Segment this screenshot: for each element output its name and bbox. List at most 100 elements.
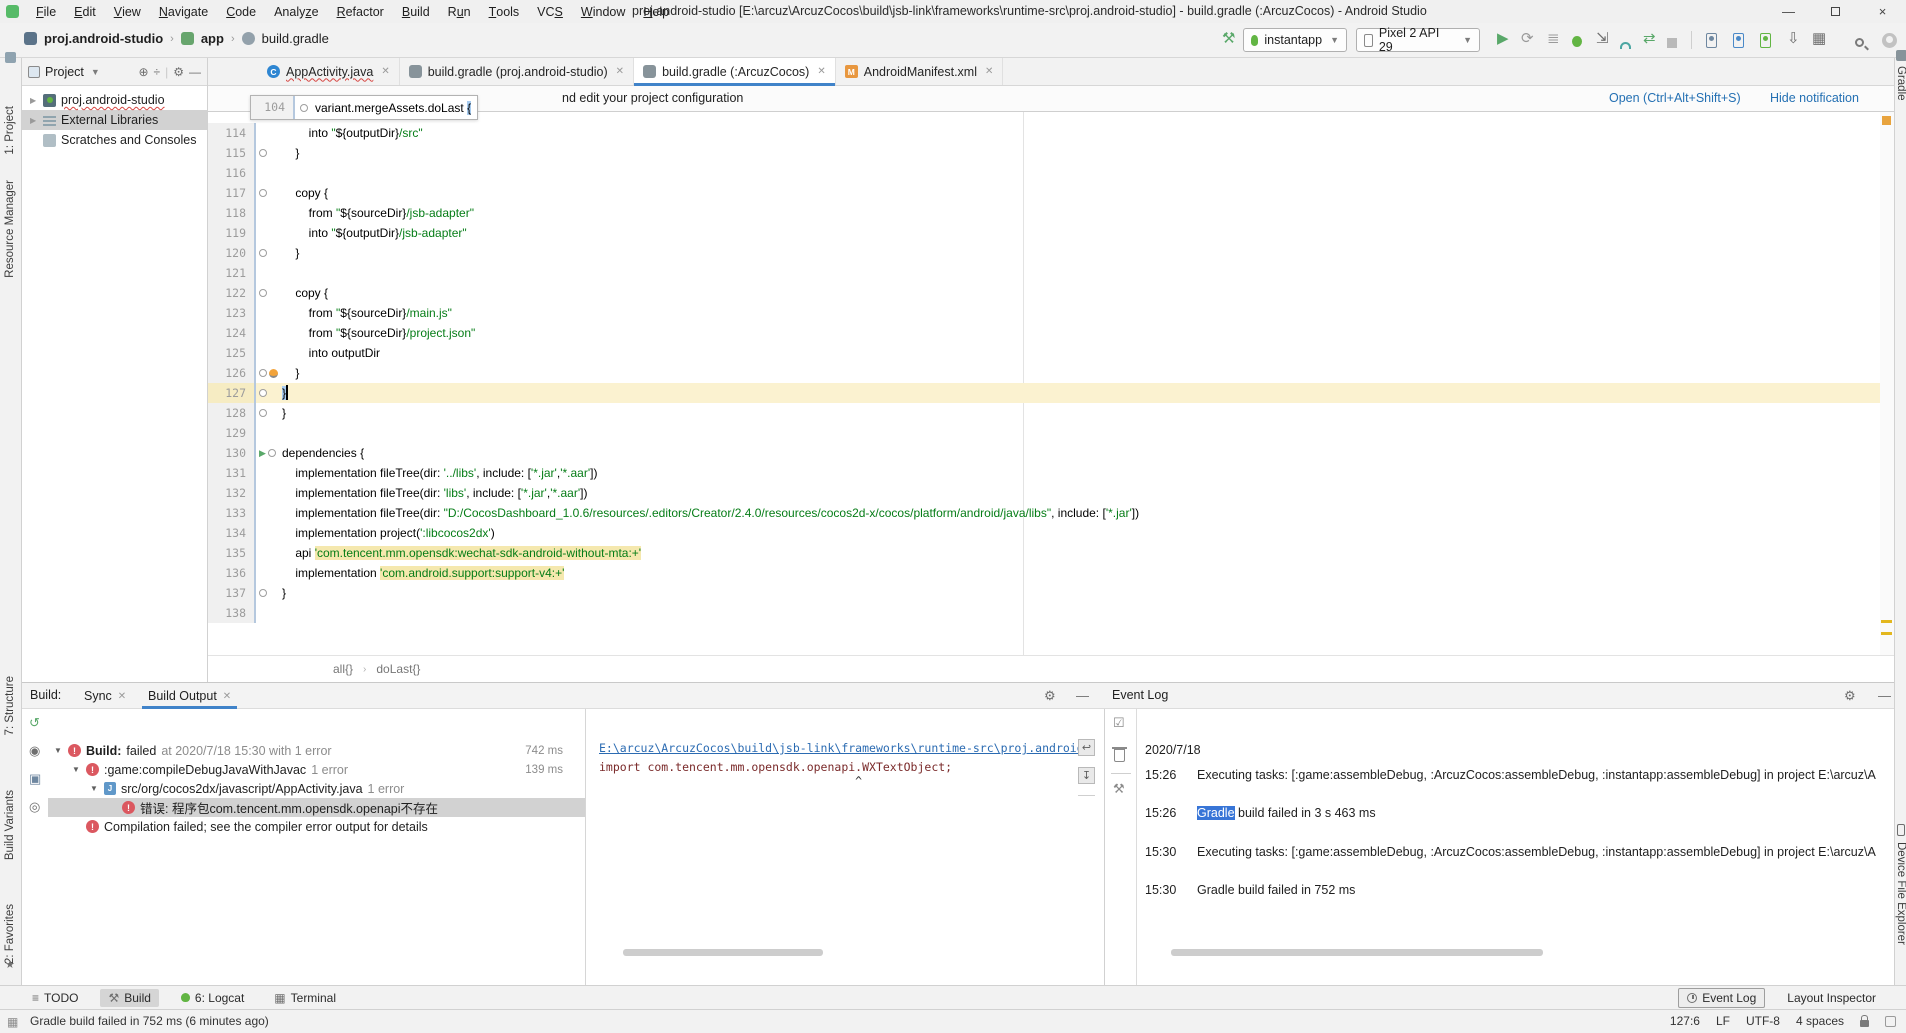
attach-debugger-icon[interactable]: ⇲	[1596, 29, 1609, 47]
menu-tools[interactable]: Tools	[480, 0, 529, 23]
close-button[interactable]: ×	[1859, 0, 1906, 23]
code-line-124[interactable]: 124 from "${sourceDir}/project.json"	[208, 323, 1880, 343]
inspection-status-icon[interactable]	[1882, 116, 1891, 125]
toolwindow-button-todo[interactable]: ≡ TODO	[24, 989, 86, 1007]
tab-androidmanifest-xml[interactable]: M AndroidManifest.xml ✕	[836, 58, 1004, 85]
gear-icon[interactable]: ⚙	[173, 65, 184, 79]
lens-fold-icon[interactable]	[295, 103, 313, 112]
code-line-125[interactable]: 125 into outputDir	[208, 343, 1880, 363]
stripe-1-project[interactable]: 1: Project	[4, 106, 16, 155]
build-tree-row[interactable]: ! Compilation failed; see the compiler er…	[48, 817, 585, 836]
breadcrumb-item[interactable]: build.gradle	[262, 31, 329, 46]
stripe-7-structure[interactable]: 7: Structure	[4, 676, 16, 735]
editor-scrollbar[interactable]	[1880, 112, 1894, 655]
code-line-119[interactable]: 119 into "${outputDir}/jsb-adapter"	[208, 223, 1880, 243]
gear-icon[interactable]: ⚙	[1044, 688, 1056, 704]
device-select[interactable]: Pixel 2 API 29 ▼	[1356, 26, 1480, 54]
code-line-114[interactable]: 114 into "${outputDir}/src"	[208, 123, 1880, 143]
tab-build-gradle-arcuzcocos-[interactable]: build.gradle (:ArcuzCocos) ✕	[634, 58, 836, 86]
apply-changes-icon[interactable]: ⟳	[1521, 29, 1534, 47]
menu-edit[interactable]: Edit	[65, 0, 105, 23]
fold-marker-icon[interactable]	[259, 589, 267, 597]
sync-gradle-icon[interactable]: ⇄	[1643, 29, 1656, 47]
chevron-down-icon[interactable]: ▼	[91, 67, 100, 77]
event-log-hscrollbar[interactable]	[1171, 949, 1543, 956]
code-line-137[interactable]: 137}	[208, 583, 1880, 603]
sdk-manager-icon[interactable]	[1760, 33, 1771, 52]
code-line-135[interactable]: 135 api 'com.tencent.mm.opensdk:wechat-s…	[208, 543, 1880, 563]
close-icon[interactable]: ✕	[118, 691, 126, 702]
breadcrumb-item[interactable]: app	[201, 31, 224, 46]
menu-view[interactable]: View	[105, 0, 150, 23]
event-log-row[interactable]: 2020/7/18	[1145, 743, 1892, 757]
tool-window-switcher-icon[interactable]: ▦	[7, 1015, 18, 1029]
close-icon[interactable]: ✕	[381, 66, 389, 77]
breadcrumb-item[interactable]: proj.android-studio	[44, 31, 163, 46]
soft-wrap-icon[interactable]: ↩	[1078, 739, 1095, 756]
code-line-122[interactable]: 122 copy {	[208, 283, 1880, 303]
caret-position-widget[interactable]: 127:6	[1670, 1014, 1700, 1028]
gear-icon[interactable]: ⚙	[1844, 688, 1856, 704]
breadcrumb-dolast[interactable]: doLast{}	[376, 662, 420, 676]
code-line-126[interactable]: 126 }	[208, 363, 1880, 383]
close-icon[interactable]: ✕	[223, 691, 231, 702]
search-everywhere-icon[interactable]	[1855, 34, 1864, 51]
event-log-row[interactable]: 15:30 Executing tasks: [:game:assembleDeb…	[1145, 845, 1892, 859]
indent-widget[interactable]: 4 spaces	[1796, 1014, 1844, 1028]
build-console-icon[interactable]: ▣	[29, 771, 41, 787]
open-settings-link[interactable]: Open (Ctrl+Alt+Shift+S)	[1609, 91, 1741, 105]
lock-icon[interactable]	[1860, 1014, 1869, 1027]
notifications-widget-icon[interactable]	[1885, 1015, 1896, 1027]
menu-code[interactable]: Code	[217, 0, 265, 23]
virtual-device-icon[interactable]: ⇩	[1787, 29, 1800, 47]
code-line-134[interactable]: 134 implementation project(':libcocos2dx…	[208, 523, 1880, 543]
run-button[interactable]: ▶	[1497, 29, 1509, 47]
locate-file-icon[interactable]: ⊕	[138, 65, 148, 79]
build-tab-build-output[interactable]: Build Output ✕	[140, 683, 239, 709]
profiler-icon[interactable]	[1620, 36, 1631, 53]
project-item-external-libraries[interactable]: ▶ External Libraries	[22, 110, 207, 130]
close-icon[interactable]: ✕	[616, 66, 624, 77]
code-line-117[interactable]: 117 copy {	[208, 183, 1880, 203]
scroll-to-end-icon[interactable]: ↧	[1078, 767, 1095, 784]
editor[interactable]: 114 into "${outputDir}/src" 115 } 116 117 c…	[208, 112, 1880, 655]
toolwindow-button-event-log[interactable]: Event Log	[1678, 987, 1766, 1008]
hide-notification-link[interactable]: Hide notification	[1770, 91, 1859, 105]
menu-run[interactable]: Run	[439, 0, 480, 23]
hide-panel-icon[interactable]: —	[189, 65, 201, 79]
hide-panel-icon[interactable]: —	[1878, 688, 1891, 703]
code-line-133[interactable]: 133 implementation fileTree(dir: "D:/Coc…	[208, 503, 1880, 523]
encoding-widget[interactable]: UTF-8	[1746, 1014, 1780, 1028]
code-line-116[interactable]: 116	[208, 163, 1880, 183]
pin-icon[interactable]: ◉	[29, 743, 40, 759]
inspections-eye-icon[interactable]: ◎	[29, 799, 40, 815]
close-icon[interactable]: ✕	[985, 66, 993, 77]
run-configuration-select[interactable]: instantapp ▼	[1243, 28, 1347, 52]
stop-icon[interactable]	[1667, 35, 1677, 52]
warning-stripe-mark[interactable]	[1881, 620, 1892, 623]
intention-bulb-icon[interactable]	[269, 368, 278, 378]
toolwindow-button-build[interactable]: ⚒ Build	[100, 988, 159, 1007]
event-log-row[interactable]: 15:26 Gradle build failed in 3 s 463 ms	[1145, 806, 1892, 820]
trash-icon[interactable]	[1112, 747, 1127, 762]
device-manager-icon[interactable]	[1706, 33, 1717, 52]
code-line-129[interactable]: 129	[208, 423, 1880, 443]
menu-vcs[interactable]: VCS	[528, 0, 572, 23]
fold-marker-icon[interactable]	[259, 389, 267, 397]
avd-manager-icon[interactable]	[1733, 33, 1744, 52]
breadcrumb-all[interactable]: all{}	[333, 662, 353, 676]
console-hscrollbar[interactable]	[623, 949, 823, 956]
code-line-118[interactable]: 118 from "${sourceDir}/jsb-adapter"	[208, 203, 1880, 223]
fold-marker-icon[interactable]	[259, 369, 267, 377]
tab-appactivity-java[interactable]: C AppActivity.java ✕	[258, 58, 400, 85]
fold-marker-icon[interactable]	[259, 189, 267, 197]
code-line-131[interactable]: 131 implementation fileTree(dir: '../lib…	[208, 463, 1880, 483]
event-log-row[interactable]: 15:30 Gradle build failed in 752 ms	[1145, 883, 1892, 897]
close-icon[interactable]: ✕	[817, 66, 825, 77]
stripe-resource-manager[interactable]: Resource Manager	[4, 180, 16, 278]
code-line-128[interactable]: 128}	[208, 403, 1880, 423]
event-log-row[interactable]: 15:26 Executing tasks: [:game:assembleDeb…	[1145, 768, 1892, 782]
debug-icon[interactable]	[1572, 34, 1582, 51]
build-tree-row[interactable]: ▼! Build: failed at 2020/7/18 15:30 with …	[48, 741, 585, 760]
code-line-123[interactable]: 123 from "${sourceDir}/main.js"	[208, 303, 1880, 323]
